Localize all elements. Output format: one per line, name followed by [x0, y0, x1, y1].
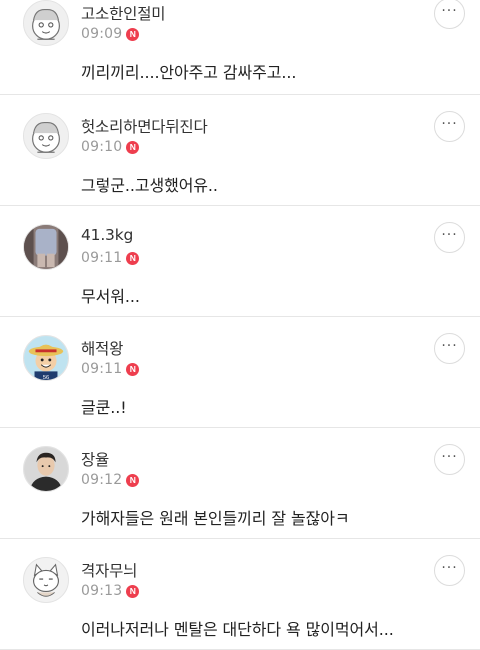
- comment-list: 고소한인절미 09:09 N 끼리끼리....안아주고 감싸주고... ··· …: [0, 0, 480, 650]
- more-options-button[interactable]: ···: [434, 444, 465, 475]
- default-character-icon: [24, 114, 68, 158]
- comment-text: 글쿤..!: [81, 398, 127, 417]
- more-options-button[interactable]: ···: [434, 333, 465, 364]
- comment-item: 고소한인절미 09:09 N 끼리끼리....안아주고 감싸주고... ···: [0, 0, 480, 95]
- comment-item: 41.3kg 09:11 N 무서워... ···: [0, 206, 480, 317]
- new-badge: N: [126, 362, 140, 376]
- svg-text:56: 56: [43, 375, 49, 380]
- comment-meta: 09:11 N: [81, 250, 140, 266]
- comment-time: 09:12: [81, 472, 123, 488]
- comment-time: 09:09: [81, 26, 123, 42]
- comment-meta: 09:11 N: [81, 361, 140, 377]
- more-options-button[interactable]: ···: [434, 222, 465, 253]
- new-badge: N: [126, 140, 140, 154]
- comment-time: 09:13: [81, 583, 123, 599]
- avatar-default-character[interactable]: [23, 0, 69, 46]
- comment-text: 무서워...: [81, 287, 140, 306]
- comment-text: 끼리끼리....안아주고 감싸주고...: [81, 63, 297, 82]
- avatar-cat-character[interactable]: [23, 557, 69, 603]
- comment-time: 09:11: [81, 250, 123, 266]
- new-badge: N: [126, 473, 140, 487]
- cat-character-icon: [24, 558, 68, 602]
- comment-nickname[interactable]: 41.3kg: [81, 226, 133, 244]
- comment-item: 헛소리하면다뒤진다 09:10 N 그렇군..고생했어유.. ···: [0, 95, 480, 206]
- avatar-photo-person[interactable]: [23, 224, 69, 270]
- comment-nickname[interactable]: 해적왕: [81, 337, 123, 359]
- comment-nickname[interactable]: 고소한인절미: [81, 2, 166, 24]
- more-options-button[interactable]: ···: [434, 0, 465, 29]
- comment-meta: 09:12 N: [81, 472, 140, 488]
- avatar-straw-hat-character[interactable]: 56: [23, 335, 69, 381]
- more-dots-icon: ···: [441, 115, 458, 132]
- man-photo-icon: [24, 447, 68, 491]
- comment-nickname[interactable]: 장율: [81, 448, 109, 470]
- comment-item: 장율 09:12 N 가해자들은 원래 본인들끼리 잘 놀잖아ㅋ ···: [0, 428, 480, 539]
- comment-text: 이러나저러나 멘탈은 대단하다 욕 많이먹어서...: [81, 620, 394, 639]
- comment-meta: 09:10 N: [81, 139, 140, 155]
- more-dots-icon: ···: [441, 337, 458, 354]
- comment-text: 가해자들은 원래 본인들끼리 잘 놀잖아ㅋ: [81, 509, 350, 528]
- comment-time: 09:11: [81, 361, 123, 377]
- avatar-default-character[interactable]: [23, 113, 69, 159]
- new-badge: N: [126, 251, 140, 265]
- comment-nickname[interactable]: 헛소리하면다뒤진다: [81, 115, 208, 137]
- comment-nickname[interactable]: 격자무늬: [81, 559, 137, 581]
- more-dots-icon: ···: [441, 2, 458, 19]
- comment-time: 09:10: [81, 139, 123, 155]
- comment-meta: 09:09 N: [81, 26, 140, 42]
- comment-text: 그렇군..고생했어유..: [81, 176, 218, 195]
- straw-hat-character-icon: 56: [24, 336, 68, 380]
- new-badge: N: [126, 584, 140, 598]
- comment-meta: 09:13 N: [81, 583, 140, 599]
- more-options-button[interactable]: ···: [434, 111, 465, 142]
- person-photo-icon: [24, 225, 68, 269]
- new-badge: N: [126, 27, 140, 41]
- comment-item: 격자무늬 09:13 N 이러나저러나 멘탈은 대단하다 욕 많이먹어서... …: [0, 539, 480, 650]
- more-dots-icon: ···: [441, 559, 458, 576]
- avatar-photo-man[interactable]: [23, 446, 69, 492]
- more-dots-icon: ···: [441, 226, 458, 243]
- default-character-icon: [24, 1, 68, 45]
- comment-item: 56 해적왕 09:11 N 글쿤..! ···: [0, 317, 480, 428]
- more-options-button[interactable]: ···: [434, 555, 465, 586]
- more-dots-icon: ···: [441, 448, 458, 465]
